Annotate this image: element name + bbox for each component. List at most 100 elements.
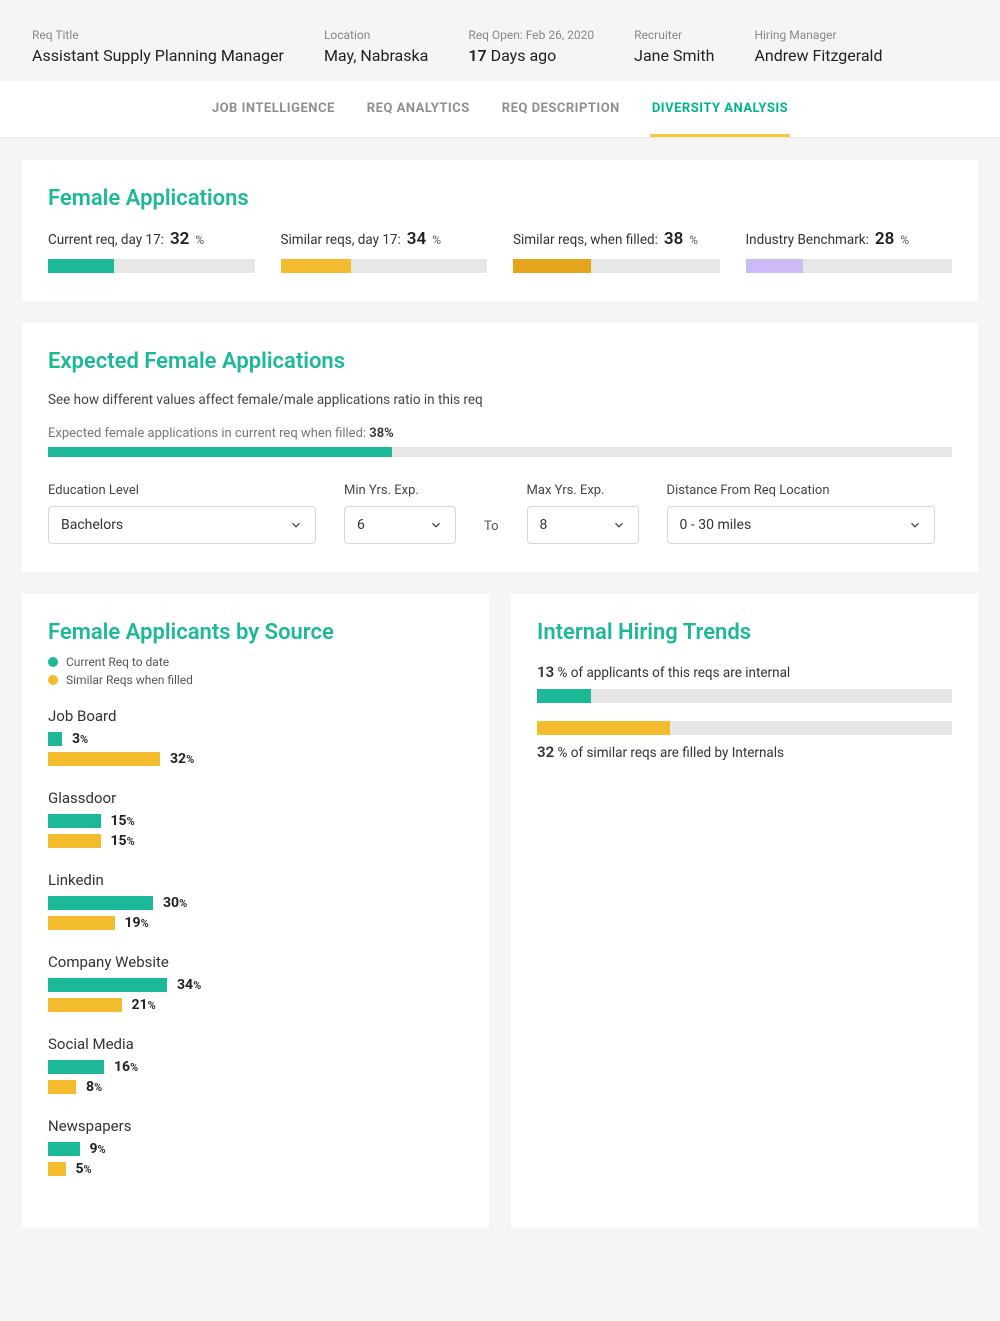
days-ago-number: 17: [468, 46, 486, 65]
source-current-bar: [48, 732, 62, 746]
legend-item: Similar Reqs when filled: [48, 673, 463, 687]
female-app-value: 32: [170, 229, 189, 249]
header-location-label: Location: [324, 28, 428, 42]
internal-row-similar-value: 32: [537, 743, 554, 761]
source-similar-row: 21%: [48, 997, 463, 1013]
header-recruiter: Recruiter Jane Smith: [634, 28, 714, 65]
two-column-row: Female Applicants by Source Current Req …: [22, 594, 978, 1227]
source-name: Linkedin: [48, 871, 463, 889]
source-current-row: 16%: [48, 1059, 463, 1075]
tab-req-description[interactable]: REQ DESCRIPTION: [500, 101, 622, 137]
source-block: Company Website34%21%: [48, 953, 463, 1013]
female-applications-card: Female Applications Current req, day 17:…: [22, 160, 978, 301]
expected-female-bar-fill: [48, 447, 392, 457]
internal-row-applicants-value: 13: [537, 663, 554, 681]
female-app-bar-fill: [746, 259, 804, 273]
source-name: Company Website: [48, 953, 463, 971]
source-similar-bar: [48, 998, 122, 1012]
legend-label: Current Req to date: [66, 655, 169, 669]
internal-row-applicants-bar: [537, 689, 952, 703]
internal-row-applicants-suffix: % of applicants of this reqs are interna…: [554, 665, 790, 681]
content: Female Applications Current req, day 17:…: [0, 138, 1000, 1249]
source-similar-row: 5%: [48, 1161, 463, 1177]
min-exp-select[interactable]: 6: [344, 506, 456, 544]
legend-dot-icon: [48, 657, 58, 667]
expected-female-line-value: 38%: [369, 426, 393, 441]
header-hiring-manager-label: Hiring Manager: [754, 28, 882, 42]
internal-row-similar-fill: [537, 721, 670, 735]
female-app-bar: [281, 259, 488, 273]
to-label: To: [484, 519, 499, 544]
source-similar-row: 15%: [48, 833, 463, 849]
tab-job-intelligence[interactable]: JOB INTELLIGENCE: [210, 101, 337, 137]
by-source-card: Female Applicants by Source Current Req …: [22, 594, 489, 1227]
source-current-bar: [48, 814, 101, 828]
legend-dot-icon: [48, 675, 58, 685]
internal-row-similar-bar: [537, 721, 952, 735]
female-app-item: Current req, day 17: 32 %: [48, 229, 255, 273]
control-education: Education Level Bachelors: [48, 483, 316, 544]
chevron-down-icon: [429, 518, 443, 532]
min-exp-value: 6: [357, 517, 365, 533]
req-header: Req Title Assistant Supply Planning Mana…: [0, 0, 1000, 81]
female-app-value: 34: [407, 229, 426, 249]
header-hiring-manager: Hiring Manager Andrew Fitzgerald: [754, 28, 882, 65]
source-current-bar: [48, 1060, 104, 1074]
tab-req-analytics[interactable]: REQ ANALYTICS: [365, 101, 472, 137]
tab-diversity-analysis[interactable]: DIVERSITY ANALYSIS: [650, 101, 790, 137]
source-similar-value: 15%: [111, 833, 135, 849]
source-name: Glassdoor: [48, 789, 463, 807]
max-exp-value: 8: [540, 517, 548, 533]
female-app-label: Similar reqs, when filled: 38 %: [513, 229, 720, 249]
chevron-down-icon: [908, 518, 922, 532]
source-block: Newspapers 9% 5%: [48, 1117, 463, 1177]
control-max-exp-label: Max Yrs. Exp.: [527, 483, 639, 498]
female-app-label: Industry Benchmark: 28 %: [746, 229, 953, 249]
by-source-title: Female Applicants by Source: [48, 620, 463, 645]
source-block: Glassdoor 15% 15%: [48, 789, 463, 849]
female-applications-grid: Current req, day 17: 32 % Similar reqs, d…: [48, 229, 952, 273]
source-current-bar: [48, 1142, 80, 1156]
source-current-bar: [48, 896, 153, 910]
max-exp-select[interactable]: 8: [527, 506, 639, 544]
header-location-value: May, Nabraska: [324, 46, 428, 65]
by-source-legend: Current Req to date Similar Reqs when fil…: [48, 655, 463, 687]
female-app-label: Similar reqs, day 17: 34 %: [281, 229, 488, 249]
internal-trends-title: Internal Hiring Trends: [537, 620, 952, 645]
female-app-bar: [48, 259, 255, 273]
source-current-value: 3%: [72, 731, 88, 747]
chevron-down-icon: [612, 518, 626, 532]
female-app-value: 38: [664, 229, 683, 249]
expected-female-title: Expected Female Applications: [48, 349, 952, 374]
legend-label: Similar Reqs when filled: [66, 673, 193, 687]
female-app-bar-fill: [513, 259, 591, 273]
source-similar-row: 19%: [48, 915, 463, 931]
header-req-title-value: Assistant Supply Planning Manager: [32, 46, 284, 65]
header-req-open-value: 17 Days ago: [468, 46, 594, 65]
source-similar-row: 8%: [48, 1079, 463, 1095]
source-current-row: 30%: [48, 895, 463, 911]
header-req-title-label: Req Title: [32, 28, 284, 42]
source-current-value: 30%: [163, 895, 187, 911]
source-current-row: 15%: [48, 813, 463, 829]
internal-row-applicants: 13 % of applicants of this reqs are inte…: [537, 663, 952, 703]
source-block: Social Media 16% 8%: [48, 1035, 463, 1095]
header-recruiter-label: Recruiter: [634, 28, 714, 42]
control-max-exp: Max Yrs. Exp. 8: [527, 483, 639, 544]
by-source-list: Job Board3%32%Glassdoor15%15%Linkedin30%…: [48, 707, 463, 1177]
source-name: Newspapers: [48, 1117, 463, 1135]
legend-item: Current Req to date: [48, 655, 463, 669]
education-select[interactable]: Bachelors: [48, 506, 316, 544]
source-current-row: 9%: [48, 1141, 463, 1157]
female-app-label: Current req, day 17: 32 %: [48, 229, 255, 249]
expected-female-card: Expected Female Applications See how dif…: [22, 323, 978, 572]
source-similar-bar: [48, 834, 101, 848]
header-hiring-manager-value: Andrew Fitzgerald: [754, 46, 882, 65]
source-similar-value: 8%: [86, 1079, 102, 1095]
source-name: Social Media: [48, 1035, 463, 1053]
control-distance-label: Distance From Req Location: [667, 483, 935, 498]
expected-controls: Education Level Bachelors Min Yrs. Exp. …: [48, 483, 952, 544]
source-similar-row: 32%: [48, 751, 463, 767]
source-similar-value: 32%: [170, 751, 194, 767]
distance-select[interactable]: 0 - 30 miles: [667, 506, 935, 544]
